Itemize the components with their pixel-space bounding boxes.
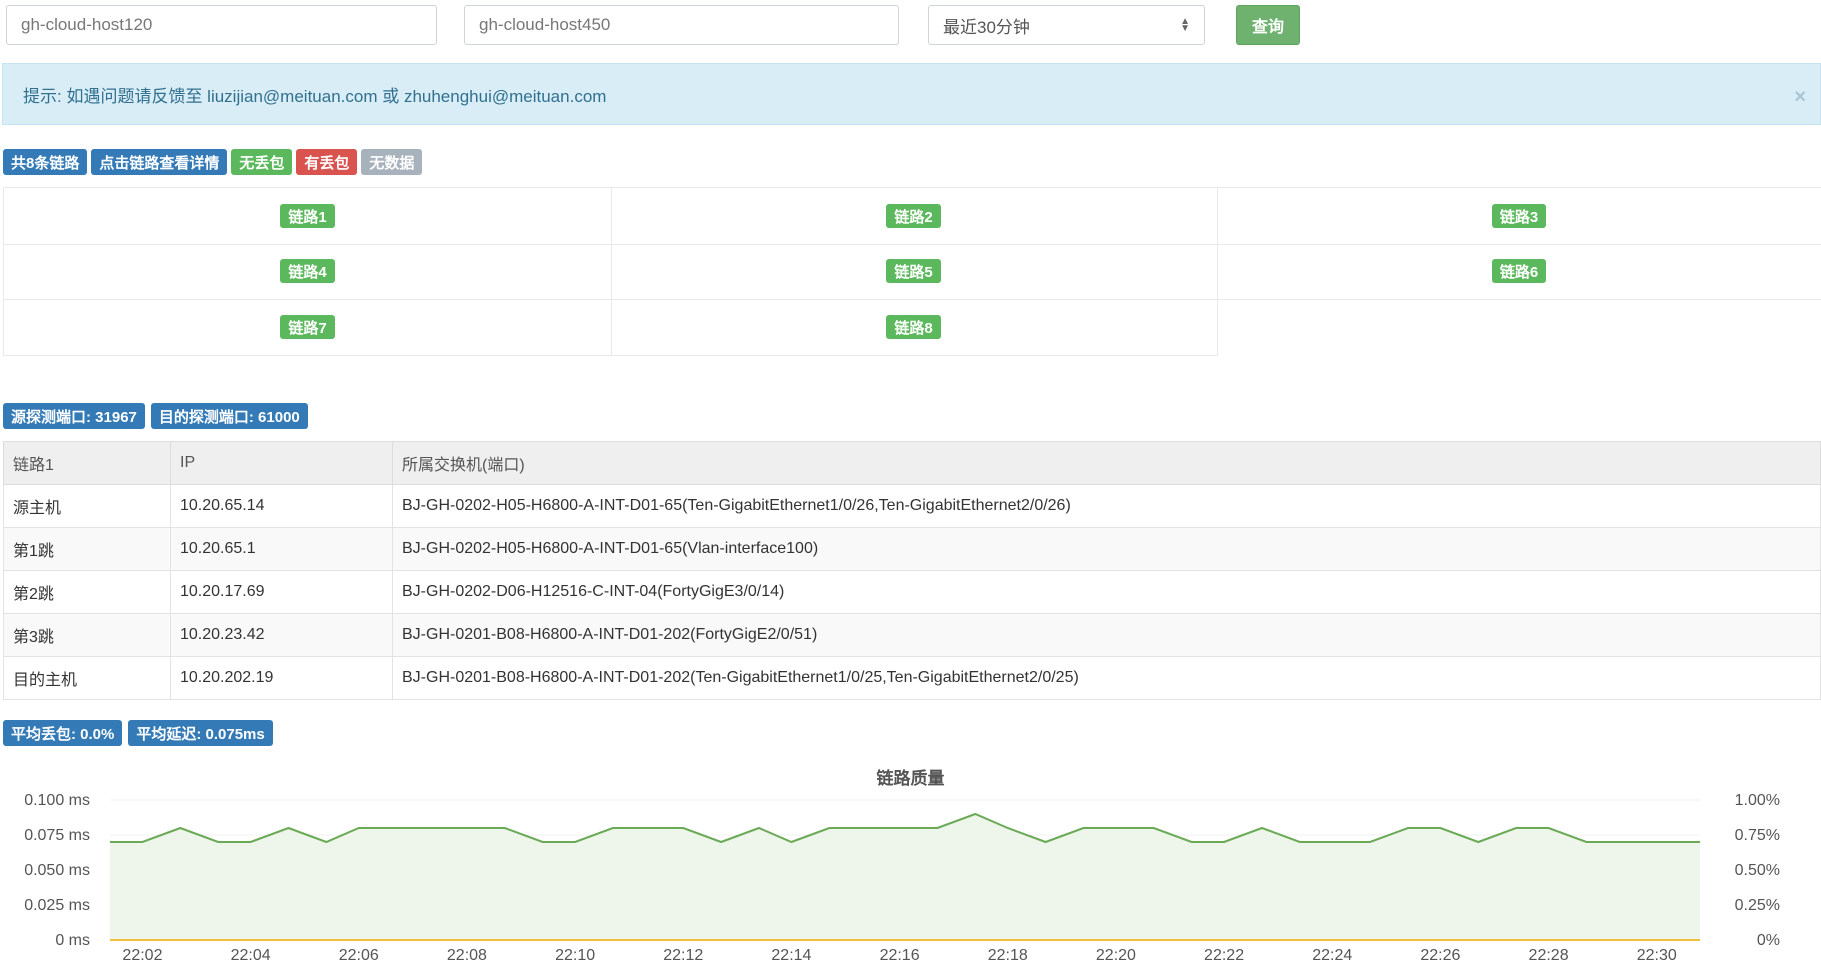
table-row: 第3跳 10.20.23.42 BJ-GH-0201-B08-H6800-A-I… — [3, 613, 1821, 657]
port-labels: 源探测端口: 31967 目的探测端口: 61000 — [3, 403, 308, 429]
x-tick-label: 22:16 — [880, 947, 920, 964]
hop-switch: BJ-GH-0201-B08-H6800-A-INT-D01-202(Ten-G… — [392, 656, 1821, 700]
x-tick-label: 22:18 — [988, 947, 1028, 964]
dest-host-value: gh-cloud-host450 — [479, 15, 611, 34]
table-row: 第2跳 10.20.17.69 BJ-GH-0202-D06-H12516-C-… — [3, 570, 1821, 614]
total-links-badge: 共8条链路 — [3, 149, 88, 175]
hop-ip: 10.20.65.14 — [170, 484, 393, 528]
link-cell: 链路3 — [1217, 187, 1821, 245]
summary-labels: 共8条链路 点击链路查看详情 无丢包 有丢包 无数据 — [3, 149, 423, 175]
dest-host-input[interactable]: gh-cloud-host450 — [464, 5, 899, 45]
x-tick-label: 22:20 — [1096, 947, 1136, 964]
x-tick-label: 22:08 — [447, 947, 487, 964]
col-ip: IP — [170, 441, 393, 485]
select-arrows-icon: ▲ ▼ — [1180, 16, 1190, 34]
table-row: 第1跳 10.20.65.1 BJ-GH-0202-H05-H6800-A-IN… — [3, 527, 1821, 571]
y-right-tick-label: 1.00% — [1735, 792, 1780, 809]
time-range-select[interactable]: 最近30分钟 ▲ ▼ — [928, 5, 1205, 45]
y-right-tick-label: 0.50% — [1735, 862, 1780, 879]
link-cell: 链路5 — [610, 243, 1218, 300]
hop-name: 目的主机 — [3, 656, 171, 700]
hop-switch: BJ-GH-0202-H05-H6800-A-INT-D01-65(Ten-Gi… — [392, 484, 1821, 528]
source-port-badge: 源探测端口: 31967 — [3, 403, 145, 429]
hop-name: 源主机 — [3, 484, 171, 528]
x-tick-label: 22:06 — [339, 947, 379, 964]
x-tick-label: 22:02 — [122, 947, 162, 964]
col-switch: 所属交换机(端口) — [392, 441, 1821, 485]
link-cell: 链路1 — [3, 187, 612, 245]
x-tick-label: 22:30 — [1637, 947, 1677, 964]
x-tick-label: 22:24 — [1312, 947, 1352, 964]
stats-labels: 平均丢包: 0.0% 平均延迟: 0.075ms — [3, 720, 273, 746]
has-loss-legend: 有丢包 — [296, 149, 358, 175]
y-left-tick-label: 0.075 ms — [24, 827, 90, 844]
hop-switch: BJ-GH-0202-D06-H12516-C-INT-04(FortyGigE… — [392, 570, 1821, 614]
hop-name: 第2跳 — [3, 570, 171, 614]
link-6-button[interactable]: 链路6 — [1491, 259, 1547, 283]
link-cell: 链路8 — [610, 299, 1218, 356]
time-range-value: 最近30分钟 — [943, 17, 1030, 37]
y-left-tick-label: 0.025 ms — [24, 897, 90, 914]
source-host-input[interactable]: gh-cloud-host120 — [6, 5, 437, 45]
link-1-button[interactable]: 链路1 — [280, 204, 335, 228]
close-icon[interactable]: × — [1794, 86, 1806, 109]
table-row: 目的主机 10.20.202.19 BJ-GH-0201-B08-H6800-A… — [3, 656, 1821, 700]
hop-ip: 10.20.17.69 — [170, 570, 393, 614]
y-left-tick-label: 0.050 ms — [24, 862, 90, 879]
avg-loss-badge: 平均丢包: 0.0% — [3, 720, 123, 746]
avg-latency-badge: 平均延迟: 0.075ms — [128, 720, 273, 746]
link-cell: 链路6 — [1217, 243, 1821, 300]
x-tick-label: 22:10 — [555, 947, 595, 964]
no-data-legend: 无数据 — [361, 149, 423, 175]
link-4-button[interactable]: 链路4 — [280, 259, 335, 283]
hop-ip: 10.20.23.42 — [170, 613, 393, 657]
col-link: 链路1 — [3, 441, 171, 485]
x-tick-label: 22:14 — [771, 947, 811, 964]
table-header-row: 链路1 IP 所属交换机(端口) — [3, 441, 1821, 485]
y-right-tick-label: 0.25% — [1735, 897, 1780, 914]
y-right-tick-label: 0% — [1757, 932, 1780, 949]
hop-ip: 10.20.202.19 — [170, 656, 393, 700]
query-button[interactable]: 查询 — [1236, 5, 1300, 45]
link-7-button[interactable]: 链路7 — [280, 315, 335, 339]
alert-text: 提示: 如遇问题请反馈至 liuzijian@meituan.com 或 zhu… — [23, 86, 607, 106]
x-tick-label: 22:26 — [1420, 947, 1460, 964]
link-quality-chart: 0.100 ms 0.075 ms 0.050 ms 0.025 ms 0 ms 1.00… — [24, 792, 1780, 964]
link-cell: 链路2 — [610, 187, 1218, 245]
link-cell: 链路4 — [3, 243, 612, 300]
link-3-button[interactable]: 链路3 — [1491, 204, 1547, 228]
x-tick-label: 22:28 — [1529, 947, 1569, 964]
no-loss-legend: 无丢包 — [231, 149, 293, 175]
y-left-tick-label: 0.100 ms — [24, 792, 90, 809]
x-tick-label: 22:04 — [231, 947, 271, 964]
source-host-value: gh-cloud-host120 — [21, 15, 153, 34]
hop-name: 第3跳 — [3, 613, 171, 657]
link-cell: 链路7 — [3, 299, 612, 356]
table-row: 源主机 10.20.65.14 BJ-GH-0202-H05-H6800-A-I… — [3, 484, 1821, 528]
hop-ip: 10.20.65.1 — [170, 527, 393, 571]
y-right-tick-label: 0.75% — [1735, 827, 1780, 844]
hop-switch: BJ-GH-0201-B08-H6800-A-INT-D01-202(Forty… — [392, 613, 1821, 657]
y-left-tick-label: 0 ms — [55, 932, 90, 949]
hop-switch: BJ-GH-0202-H05-H6800-A-INT-D01-65(Vlan-i… — [392, 527, 1821, 571]
link-grid: 链路1 链路2 链路3 链路4 链路5 链路6 链路7 链路8 — [3, 187, 1821, 357]
hint-badge: 点击链路查看详情 — [91, 149, 228, 175]
info-alert: 提示: 如遇问题请反馈至 liuzijian@meituan.com 或 zhu… — [2, 63, 1821, 125]
link-5-button[interactable]: 链路5 — [886, 259, 941, 283]
x-tick-label: 22:12 — [663, 947, 703, 964]
dest-port-badge: 目的探测端口: 61000 — [150, 403, 308, 429]
hop-name: 第1跳 — [3, 527, 171, 571]
route-table: 链路1 IP 所属交换机(端口) 源主机 10.20.65.14 BJ-GH-0… — [3, 441, 1821, 700]
x-tick-label: 22:22 — [1204, 947, 1244, 964]
link-2-button[interactable]: 链路2 — [886, 204, 941, 228]
link-8-button[interactable]: 链路8 — [886, 315, 941, 339]
